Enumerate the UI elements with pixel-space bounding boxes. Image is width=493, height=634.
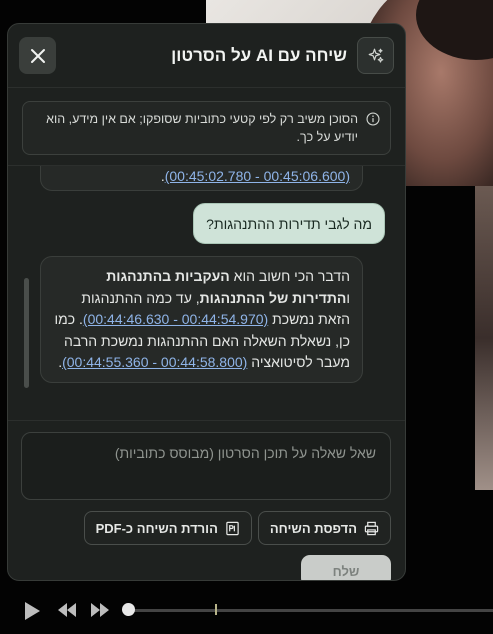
chat-scrollbar[interactable] (24, 278, 29, 388)
play-icon[interactable] (22, 600, 42, 622)
video-edge (475, 186, 493, 490)
ai-message: (00:45:02.780 - 00:45:06.600). (40, 166, 363, 191)
download-pdf-button[interactable]: הורדת השיחה כ-PDF (83, 511, 252, 545)
timestamp-link[interactable]: (00:45:02.780 - 00:45:06.600) (165, 168, 350, 184)
print-conversation-button[interactable]: הדפסת השיחה (257, 511, 391, 545)
chat-messages[interactable]: (00:45:02.780 - 00:45:06.600). מה לגבי ת… (8, 166, 405, 421)
user-message: מה לגבי תדירות ההתנהגות? (193, 203, 385, 244)
sparkle-icon (357, 37, 394, 74)
player-controls (0, 590, 493, 634)
panel-header: שיחה עם AI על הסרטון (8, 24, 405, 88)
close-icon (30, 48, 45, 63)
chapter-marker (215, 604, 217, 615)
ai-message: הדבר הכי חשוב הוא העקביות בהתנהגות והתדי… (40, 256, 363, 383)
close-button[interactable] (19, 37, 56, 74)
video-stage: שיחה עם AI על הסרטון הסוכן משיב רק לפי ק… (0, 0, 493, 634)
info-icon (366, 112, 380, 126)
printer-icon (364, 521, 379, 535)
ai-chat-panel: שיחה עם AI על הסרטון הסוכן משיב רק לפי ק… (7, 23, 406, 581)
timestamp-link[interactable]: (00:44:55.360 - 00:44:58.800) (62, 354, 247, 370)
panel-title: שיחה עם AI על הסרטון (171, 45, 347, 65)
notice-text: הסוכן משיב רק לפי קטעי כתוביות שסופקו; א… (46, 112, 358, 144)
pdf-icon (226, 521, 239, 535)
notice-section: הסוכן משיב רק לפי קטעי כתוביות שסופקו; א… (8, 88, 405, 166)
rewind-icon[interactable] (56, 601, 78, 619)
question-input[interactable]: שאל שאלה על תוכן הסרטון (מבוסס כתוביות) (21, 432, 391, 500)
fast-forward-icon[interactable] (89, 601, 111, 619)
seek-thumb[interactable] (122, 603, 135, 616)
seek-bar[interactable] (128, 609, 493, 612)
action-buttons: הדפסת השיחה הורדת השיחה כ-PDF (22, 511, 391, 545)
info-notice: הסוכן משיב רק לפי קטעי כתוביות שסופקו; א… (22, 101, 391, 155)
timestamp-link[interactable]: (00:44:46.630 - 00:44:54.970) (83, 311, 268, 327)
composer: שאל שאלה על תוכן הסרטון (מבוסס כתוביות) … (8, 421, 405, 580)
send-button[interactable]: שלח (301, 555, 391, 580)
